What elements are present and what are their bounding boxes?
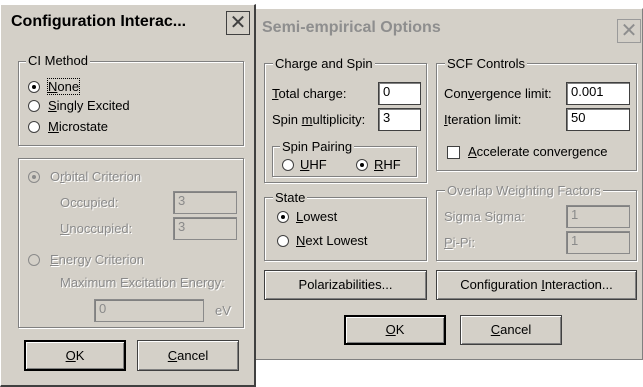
max-excitation-energy-input[interactable]: 0 bbox=[94, 299, 204, 322]
semi-empirical-title-bar[interactable]: Semi-empirical Options ✕ bbox=[253, 9, 642, 47]
semi-empirical-title: Semi-empirical Options bbox=[262, 19, 441, 36]
semi-cancel-button[interactable]: Cancel bbox=[460, 315, 562, 345]
semi-ok-button[interactable]: OK bbox=[344, 315, 446, 345]
rhf-radio[interactable] bbox=[356, 159, 368, 171]
sigma-sigma-label: Sigma Sigma: bbox=[444, 209, 525, 224]
uhf-label: UHF bbox=[300, 157, 327, 172]
state-lowest-label: Lowest bbox=[296, 209, 338, 224]
occupied-label: Occupied: bbox=[60, 195, 119, 210]
state-next-lowest-label: Next Lowest bbox=[296, 233, 368, 248]
ci-title-bar[interactable]: Configuration Interac... ✕ bbox=[1, 5, 254, 39]
spin-multiplicity-label: Spin multiplicity: bbox=[272, 112, 366, 127]
state-lowest-radio[interactable] bbox=[277, 211, 289, 223]
accelerate-convergence-label: Accelerate convergence bbox=[468, 144, 608, 159]
ci-ok-button[interactable]: OK bbox=[24, 340, 126, 371]
configuration-interaction-button[interactable]: Configuration Interaction... bbox=[436, 270, 637, 300]
iteration-limit-label: Iteration limit: bbox=[444, 112, 522, 127]
ev-unit-label: eV bbox=[215, 303, 231, 318]
ci-method-legend: CI Method bbox=[26, 53, 90, 68]
total-charge-label: Total charge: bbox=[272, 86, 347, 101]
total-charge-input[interactable]: 0 bbox=[378, 82, 421, 105]
max-excitation-energy-label: Maximum Excitation Energy: bbox=[60, 275, 225, 290]
ci-title: Configuration Interac... bbox=[11, 13, 187, 30]
close-icon: ✕ bbox=[620, 18, 638, 42]
rhf-label: RHF bbox=[374, 157, 401, 172]
charge-spin-legend: Charge and Spin bbox=[273, 56, 375, 71]
unoccupied-label: Unoccupied: bbox=[60, 221, 133, 236]
ci-cancel-button[interactable]: Cancel bbox=[137, 340, 239, 371]
scf-controls-legend: SCF Controls bbox=[445, 56, 528, 71]
convergence-limit-label: Convergence limit: bbox=[444, 86, 552, 101]
spin-pairing-legend: Spin Pairing bbox=[280, 139, 355, 154]
ci-singly-excited-label: Singly Excited bbox=[48, 98, 130, 113]
orbital-criterion-label: Orbital Criterion bbox=[50, 169, 142, 184]
convergence-limit-input[interactable]: 0.001 bbox=[566, 82, 630, 105]
orbital-criterion-radio[interactable] bbox=[28, 171, 40, 183]
state-legend: State bbox=[273, 190, 308, 205]
pi-pi-input[interactable]: 1 bbox=[566, 231, 630, 254]
ci-singly-excited-radio[interactable] bbox=[28, 100, 40, 112]
uhf-radio[interactable] bbox=[282, 159, 294, 171]
occupied-input[interactable]: 3 bbox=[173, 191, 237, 214]
unoccupied-input[interactable]: 3 bbox=[173, 217, 237, 240]
ci-microstate-radio[interactable] bbox=[28, 121, 40, 133]
overlap-weighting-legend: Overlap Weighting Factors bbox=[445, 183, 603, 198]
sigma-sigma-input[interactable]: 1 bbox=[566, 205, 630, 228]
semi-close-button[interactable]: ✕ bbox=[617, 19, 641, 43]
accelerate-convergence-checkbox[interactable] bbox=[447, 146, 460, 159]
energy-criterion-radio[interactable] bbox=[28, 254, 40, 266]
state-group bbox=[264, 197, 427, 261]
state-next-lowest-radio[interactable] bbox=[277, 235, 289, 247]
close-icon: ✕ bbox=[229, 10, 247, 34]
ci-none-radio[interactable] bbox=[28, 81, 40, 93]
spin-multiplicity-input[interactable]: 3 bbox=[378, 108, 421, 131]
polarizabilities-button[interactable]: Polarizabilities... bbox=[264, 270, 427, 300]
ci-close-button[interactable]: ✕ bbox=[226, 11, 250, 35]
ci-none-label: None bbox=[46, 78, 81, 95]
pi-pi-label: Pi-Pi: bbox=[444, 235, 476, 250]
ci-microstate-label: Microstate bbox=[48, 119, 108, 134]
iteration-limit-input[interactable]: 50 bbox=[566, 108, 630, 131]
energy-criterion-label: Energy Criterion bbox=[50, 252, 144, 267]
